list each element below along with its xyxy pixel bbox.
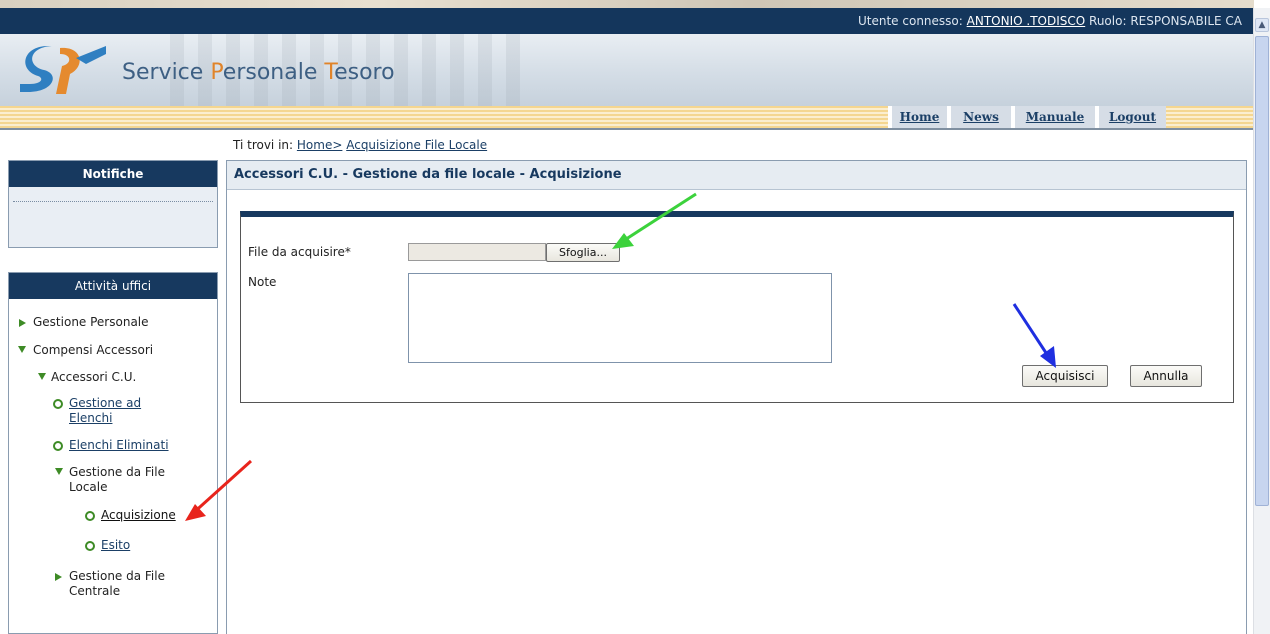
bullet-circle-icon (85, 541, 95, 551)
breadcrumb-current-link[interactable]: Acquisizione File Locale (346, 138, 487, 152)
header-banner: Service Personale Tesoro (0, 34, 1254, 106)
breadcrumb-prefix: Ti trovi in: (233, 138, 294, 152)
scroll-up-icon[interactable]: ▲ (1255, 18, 1269, 32)
note-label: Note (248, 275, 277, 289)
user-label: Utente connesso: (858, 14, 963, 28)
submit-button[interactable]: Acquisisci (1022, 365, 1108, 387)
nav-manuale-link[interactable]: Manuale (1011, 106, 1095, 128)
scrollbar-thumb[interactable] (1255, 36, 1269, 506)
spt-logo (20, 46, 106, 94)
bullet-circle-icon (85, 511, 95, 521)
bullet-circle-icon (53, 399, 63, 409)
nav-news-link[interactable]: News (947, 106, 1011, 128)
window-top-strip (0, 0, 1254, 8)
attivita-uffici-title: Attività uffici (9, 273, 217, 299)
file-label: File da acquisire* (248, 245, 351, 259)
tree-item-acquisizione[interactable]: Acquisizione (101, 508, 176, 523)
user-name-link[interactable]: ANTONIO .TODISCO (967, 14, 1086, 28)
tree-item-gestione-personale[interactable]: Gestione Personale (33, 315, 149, 330)
tree-item-accessori-cu[interactable]: Accessori C.U. (51, 370, 136, 385)
expand-right-icon[interactable] (19, 319, 26, 327)
tree-item-gestione-ad-elenchi[interactable]: Gestione ad Elenchi (69, 396, 141, 426)
nav-logout-link[interactable]: Logout (1095, 106, 1166, 128)
nav-menu: Home News Manuale Logout (888, 106, 1166, 128)
page-scrollbar[interactable]: ▲ (1253, 8, 1270, 634)
note-textarea[interactable] (408, 273, 832, 363)
breadcrumb-home-link[interactable]: Home> (297, 138, 343, 152)
tree-item-compensi-accessori[interactable]: Compensi Accessori (33, 343, 153, 358)
brand-name: Service Personale Tesoro (122, 60, 395, 85)
nav-home-link[interactable]: Home (888, 106, 947, 128)
expand-down-icon[interactable] (38, 373, 46, 380)
expand-down-icon[interactable] (55, 468, 63, 475)
attivita-uffici-box: Attività uffici Gestione Personale Compe… (8, 272, 218, 634)
upload-form: File da acquisire* Sfoglia... Note Acqui… (240, 211, 1234, 403)
role-value: RESPONSABILE CA (1130, 14, 1242, 28)
cancel-button[interactable]: Annulla (1130, 365, 1202, 387)
user-info: Utente connesso: ANTONIO .TODISCO Ruolo:… (858, 14, 1242, 28)
expand-right-icon[interactable] (55, 573, 62, 581)
breadcrumb: Ti trovi in: Home> Acquisizione File Loc… (233, 138, 487, 152)
user-bar: Utente connesso: ANTONIO .TODISCO Ruolo:… (0, 8, 1254, 34)
role-label: Ruolo: (1089, 14, 1127, 28)
notifiche-title: Notifiche (9, 161, 217, 187)
notifiche-body (9, 187, 217, 247)
main-panel: Accessori C.U. - Gestione da file locale… (226, 160, 1247, 634)
tree-item-elenchi-eliminati[interactable]: Elenchi Eliminati (69, 438, 169, 453)
browse-button[interactable]: Sfoglia... (546, 243, 620, 262)
notifiche-box: Notifiche (8, 160, 218, 248)
nav-bar: Home News Manuale Logout (0, 106, 1254, 130)
file-path-input[interactable] (408, 243, 546, 261)
tree-item-esito[interactable]: Esito (101, 538, 130, 553)
bullet-circle-icon (53, 441, 63, 451)
page-title: Accessori C.U. - Gestione da file locale… (227, 161, 1246, 190)
tree-item-gestione-file-locale[interactable]: Gestione da File Locale (69, 465, 165, 495)
tree-item-gestione-file-centrale[interactable]: Gestione da File Centrale (69, 569, 165, 599)
expand-down-icon[interactable] (18, 346, 26, 353)
